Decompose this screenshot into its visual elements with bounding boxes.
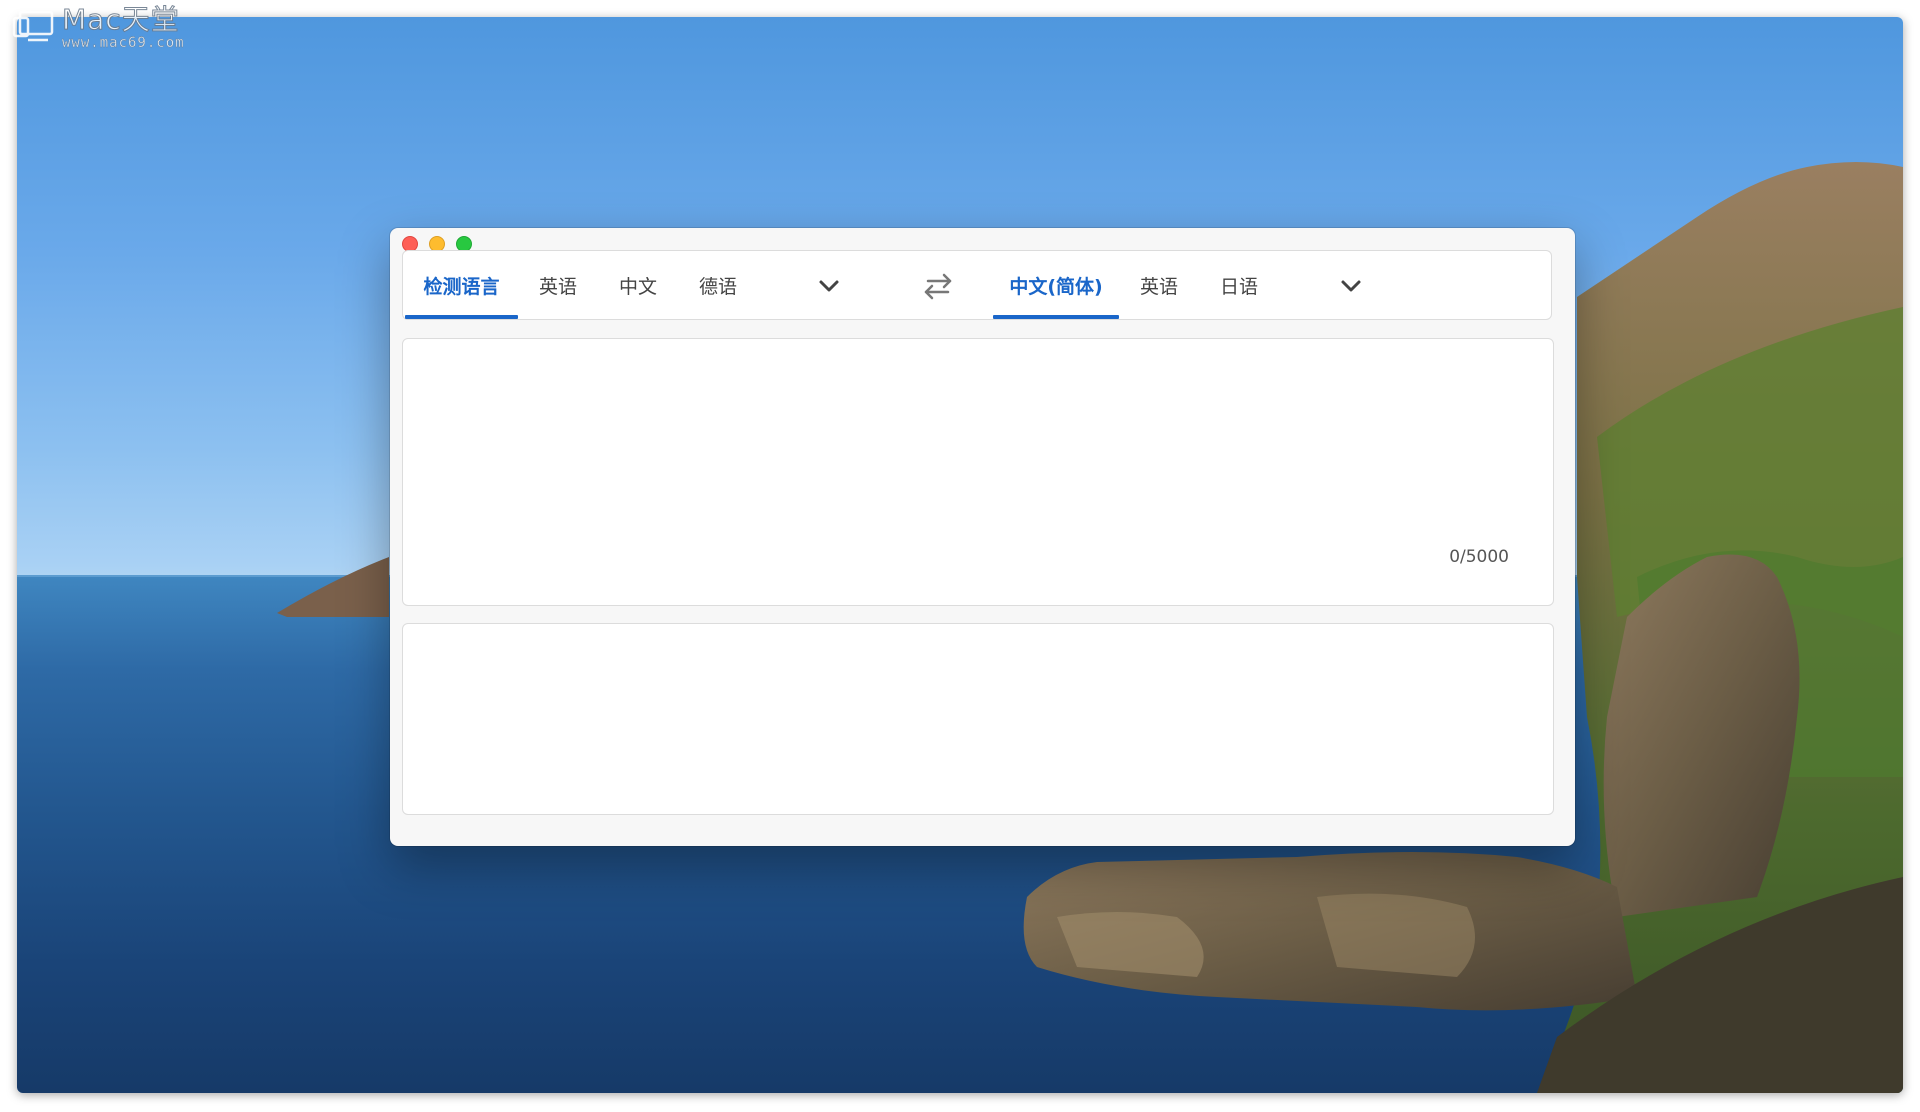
tab-target-english[interactable]: 英语 [1119,251,1199,319]
tab-label: 中文(简体) [1009,275,1103,298]
tab-label: 中文 [618,275,657,298]
target-more-languages-chevron-down-icon[interactable] [1338,273,1364,299]
tab-target-chinese-simplified[interactable]: 中文(简体) [993,251,1119,319]
tab-label: 英语 [1139,275,1178,298]
translation-output-panel [402,623,1554,815]
tab-source-english[interactable]: 英语 [518,251,598,319]
tab-target-japanese[interactable]: 日语 [1199,251,1279,319]
tab-label: 英语 [538,275,577,298]
watermark-title: Mac天堂 [62,3,180,36]
tab-label: 日语 [1219,275,1258,298]
tab-label: 检测语言 [423,275,500,298]
source-more-languages-chevron-down-icon[interactable] [816,273,842,299]
tab-label: 德语 [698,275,737,298]
watermark-logo: Mac天堂 www.mac69.com [12,3,185,51]
screenshot-frame: Mac天堂 www.mac69.com 检测语言 英语 中文 德语 中文(简体)… [0,0,1920,1112]
translator-window: 检测语言 英语 中文 德语 中文(简体) 英语 日语 0/5000 [390,228,1575,846]
tab-source-detect[interactable]: 检测语言 [405,251,518,319]
swap-languages-swap-arrows-icon[interactable] [921,271,955,301]
tab-source-chinese[interactable]: 中文 [598,251,678,319]
source-text-input[interactable] [417,353,1541,557]
source-text-panel: 0/5000 [402,338,1554,606]
character-counter: 0/5000 [1449,547,1509,567]
watermark-url: www.mac69.com [62,35,185,51]
monitor-icon [12,10,56,42]
language-bar: 检测语言 英语 中文 德语 中文(简体) 英语 日语 [402,250,1552,320]
tab-source-german[interactable]: 德语 [678,251,758,319]
